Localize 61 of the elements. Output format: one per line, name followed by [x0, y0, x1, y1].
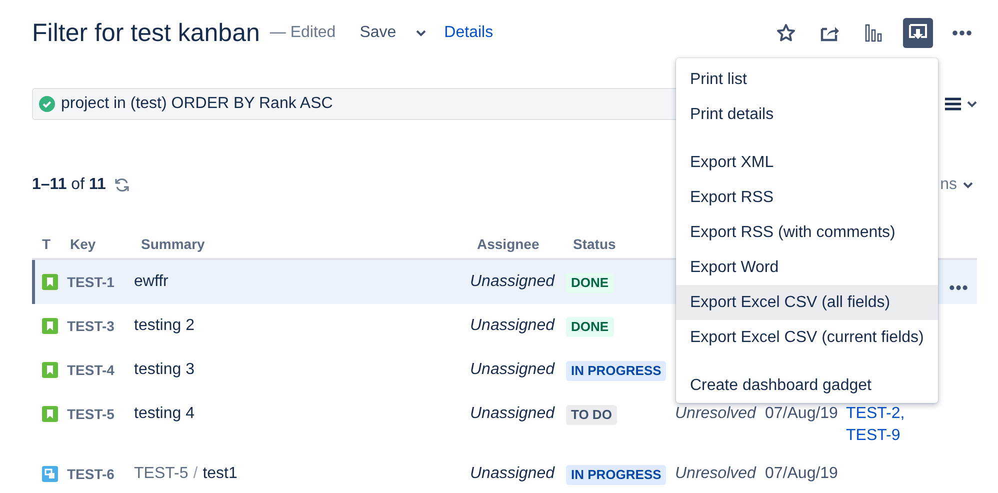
issue-key[interactable]: TEST-6: [67, 464, 114, 484]
filter-title: Filter for test kanban: [32, 18, 260, 48]
export-icon: [909, 24, 927, 42]
parent-key[interactable]: TEST-5: [134, 464, 188, 484]
menu-item[interactable]: Export RSS (with comments): [676, 215, 938, 250]
column-header[interactable]: T: [32, 236, 60, 252]
details-link[interactable]: Details: [436, 20, 502, 46]
edited-label: — Edited: [270, 24, 336, 42]
issue-key[interactable]: TEST-4: [67, 360, 114, 380]
story-icon: [42, 362, 58, 378]
issue-summary[interactable]: testing 3: [134, 360, 194, 380]
assignee-cell: Unassigned: [470, 316, 554, 336]
menu-item[interactable]: Export Excel CSV (current fields): [676, 320, 938, 355]
columns-button[interactable]: ns: [940, 176, 977, 194]
status-lozenge: IN PROGRESS: [566, 361, 666, 381]
assignee-cell: Unassigned: [470, 272, 554, 292]
issue-key[interactable]: TEST-3: [67, 316, 114, 336]
issue-key[interactable]: TEST-5: [67, 404, 114, 424]
status-lozenge: DONE: [566, 317, 614, 337]
bar-chart-icon[interactable]: [865, 24, 883, 42]
separator: /: [193, 464, 198, 484]
list-view-icon[interactable]: [945, 97, 977, 111]
more-icon[interactable]: [952, 30, 972, 36]
star-icon[interactable]: [776, 23, 796, 43]
assignee-cell: Unassigned: [470, 404, 554, 424]
column-header[interactable]: Key: [60, 236, 131, 252]
menu-item[interactable]: Export Excel CSV (all fields): [676, 285, 938, 320]
issue-summary[interactable]: ewffr: [134, 272, 168, 292]
issue-key[interactable]: TEST-1: [67, 272, 114, 292]
issue-summary[interactable]: test1: [202, 464, 238, 484]
export-button[interactable]: [903, 18, 933, 48]
assignee-cell: Unassigned: [470, 464, 554, 484]
linked-issue-link[interactable]: TEST-9: [846, 425, 905, 447]
chevron-down-icon[interactable]: [416, 30, 426, 36]
menu-item[interactable]: Create dashboard gadget: [676, 368, 938, 403]
column-header[interactable]: Summary: [131, 236, 467, 252]
row-actions-button[interactable]: •••: [949, 279, 969, 299]
linked-issue-link[interactable]: TEST-2,: [846, 403, 905, 425]
story-icon: [42, 274, 58, 290]
status-lozenge: DONE: [566, 273, 614, 293]
status-lozenge: IN PROGRESS: [566, 465, 666, 485]
status-lozenge: TO DO: [566, 405, 617, 425]
chevron-down-icon[interactable]: [963, 182, 973, 188]
refresh-icon[interactable]: [114, 177, 130, 193]
share-icon[interactable]: [820, 24, 840, 42]
assignee-cell: Unassigned: [470, 360, 554, 380]
created-date: 07/Aug/19: [765, 464, 838, 484]
story-icon: [42, 318, 58, 334]
column-header[interactable]: Assignee: [467, 236, 563, 252]
result-count: 1–11 of 11: [32, 176, 106, 194]
resolution-cell: Unresolved: [675, 464, 756, 484]
save-button[interactable]: Save: [352, 20, 404, 46]
created-date: 07/Aug/19: [765, 404, 838, 424]
menu-item[interactable]: Export RSS: [676, 180, 938, 215]
menu-item[interactable]: Export XML: [676, 145, 938, 180]
issue-summary[interactable]: testing 4: [134, 404, 194, 424]
story-icon: [42, 406, 58, 422]
resolution-cell: Unresolved: [675, 404, 756, 424]
subtask-icon: [42, 466, 58, 482]
column-header[interactable]: Status: [563, 236, 672, 252]
issue-summary[interactable]: testing 2: [134, 316, 194, 336]
